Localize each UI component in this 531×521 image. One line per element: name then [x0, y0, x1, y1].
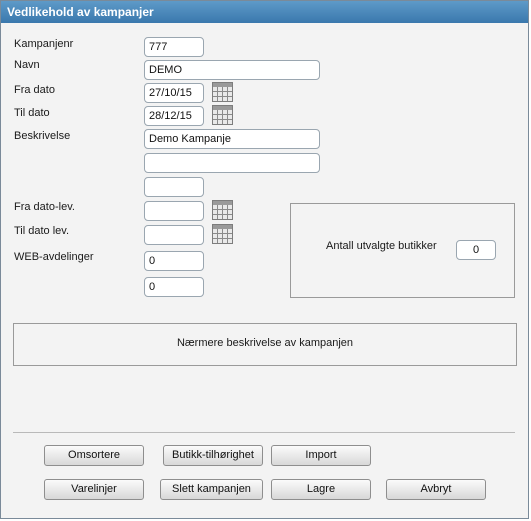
- description-panel[interactable]: Nærmere beskrivelse av kampanjen: [13, 323, 517, 366]
- web-avdelinger-field-2[interactable]: 0: [144, 277, 204, 297]
- til-dato-field[interactable]: 28/12/15: [144, 106, 204, 126]
- til-dato-lev-field[interactable]: [144, 225, 204, 245]
- web-avdelinger-label: WEB-avdelinger: [14, 251, 94, 263]
- omsortere-button[interactable]: Omsortere: [44, 445, 144, 466]
- lagre-button[interactable]: Lagre: [271, 479, 371, 500]
- beskrivelse-field-2[interactable]: [144, 153, 320, 173]
- calendar-icon[interactable]: [212, 105, 233, 125]
- calendar-icon[interactable]: [212, 224, 233, 244]
- description-text: Nærmere beskrivelse av kampanjen: [176, 337, 354, 349]
- avbryt-button[interactable]: Avbryt: [386, 479, 486, 500]
- navn-label: Navn: [14, 59, 40, 71]
- butikker-panel: Antall utvalgte butikker 0: [290, 203, 515, 298]
- til-dato-label: Til dato: [14, 107, 50, 119]
- kampanjenr-field[interactable]: 777: [144, 37, 204, 57]
- fra-dato-lev-label: Fra dato-lev.: [14, 201, 75, 213]
- varelinjer-button[interactable]: Varelinjer: [44, 479, 144, 500]
- beskrivelse-field-3[interactable]: [144, 177, 204, 197]
- fra-dato-label: Fra dato: [14, 84, 55, 96]
- kampanjenr-label: Kampanjenr: [14, 38, 74, 50]
- fra-dato-field[interactable]: 27/10/15: [144, 83, 204, 103]
- calendar-icon[interactable]: [212, 200, 233, 220]
- window-title: Vedlikehold av kampanjer: [1, 1, 528, 23]
- navn-field[interactable]: DEMO: [144, 60, 320, 80]
- til-dato-lev-label: Til dato lev.: [14, 225, 70, 237]
- web-avdelinger-field-1[interactable]: 0: [144, 251, 204, 271]
- calendar-icon[interactable]: [212, 82, 233, 102]
- fra-dato-lev-field[interactable]: [144, 201, 204, 221]
- beskrivelse-field[interactable]: Demo Kampanje: [144, 129, 320, 149]
- butikk-tilhorighet-button[interactable]: Butikk-tilhørighet: [163, 445, 263, 466]
- butikker-label: Antall utvalgte butikker: [326, 240, 437, 252]
- import-button[interactable]: Import: [271, 445, 371, 466]
- beskrivelse-label: Beskrivelse: [14, 130, 71, 142]
- divider: [13, 432, 515, 433]
- campaign-window: Vedlikehold av kampanjer Kampanjenr Navn…: [0, 0, 529, 519]
- slett-kampanjen-button[interactable]: Slett kampanjen: [160, 479, 263, 500]
- butikker-count-field[interactable]: 0: [456, 240, 496, 260]
